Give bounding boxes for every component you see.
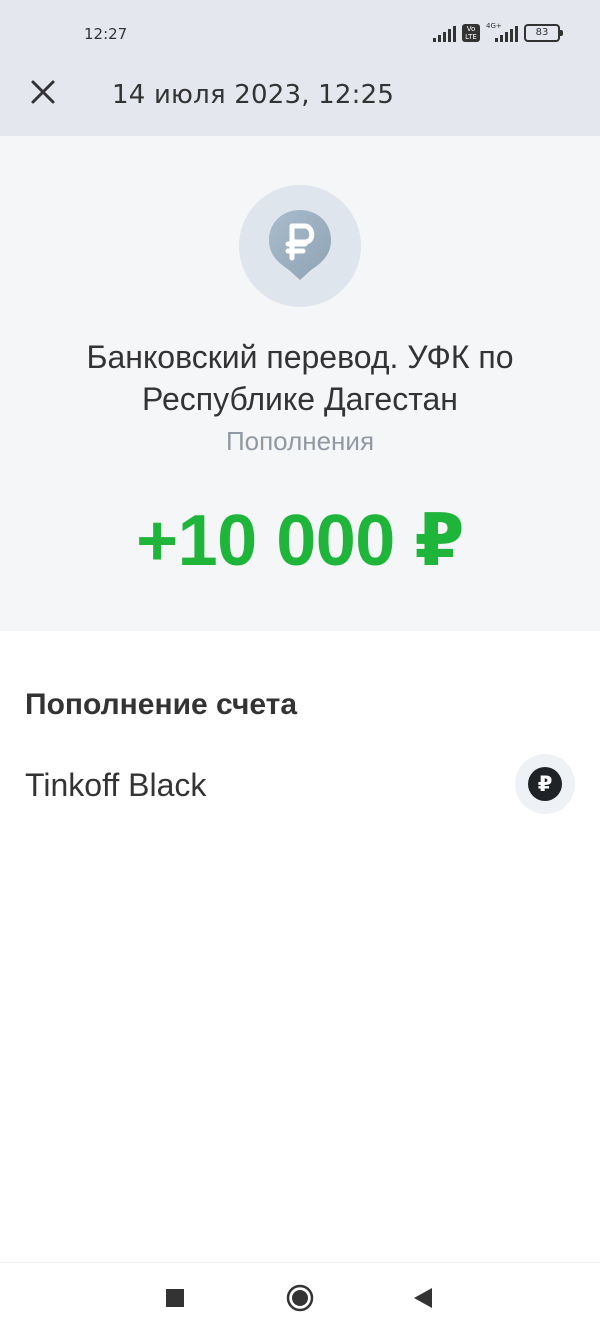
header: 14 июля 2023, 12:25 xyxy=(0,50,600,136)
circle-icon xyxy=(286,1284,314,1312)
close-icon xyxy=(31,80,55,104)
section-title: Пополнение счета xyxy=(25,688,298,721)
close-button[interactable] xyxy=(24,73,62,111)
square-icon xyxy=(166,1289,184,1307)
system-nav-bar xyxy=(0,1262,600,1333)
battery-icon: 83 xyxy=(524,24,563,42)
merchant-name: Банковский перевод. УФК по Республике Да… xyxy=(86,339,514,417)
back-button[interactable] xyxy=(408,1283,438,1313)
signal-icon xyxy=(433,26,456,42)
transaction-summary: Банковский перевод. УФК по Республике Да… xyxy=(0,136,600,631)
ruble-icon xyxy=(269,210,331,280)
account-name: Tinkoff Black xyxy=(25,767,207,803)
triangle-back-icon xyxy=(414,1288,432,1308)
signal-4g-icon: 4G+ xyxy=(486,22,518,42)
home-button[interactable] xyxy=(285,1283,315,1313)
status-icons: Vo LTE 4G+ 83 xyxy=(433,22,563,42)
transaction-amount: +10 000 ₽ xyxy=(136,501,464,581)
status-time: 12:27 xyxy=(84,25,128,43)
page-title: 14 июля 2023, 12:25 xyxy=(112,80,395,110)
volte-icon: Vo LTE xyxy=(462,24,480,42)
merchant-logo xyxy=(239,185,361,307)
account-row[interactable]: Tinkoff Black ₽ xyxy=(0,750,600,822)
recents-button[interactable] xyxy=(160,1283,190,1313)
account-badge: ₽ xyxy=(515,754,575,814)
ruble-icon: ₽ xyxy=(528,767,562,801)
status-bar: 12:27 Vo LTE 4G+ 83 xyxy=(0,0,600,50)
transaction-category[interactable]: Пополнения xyxy=(0,426,600,457)
